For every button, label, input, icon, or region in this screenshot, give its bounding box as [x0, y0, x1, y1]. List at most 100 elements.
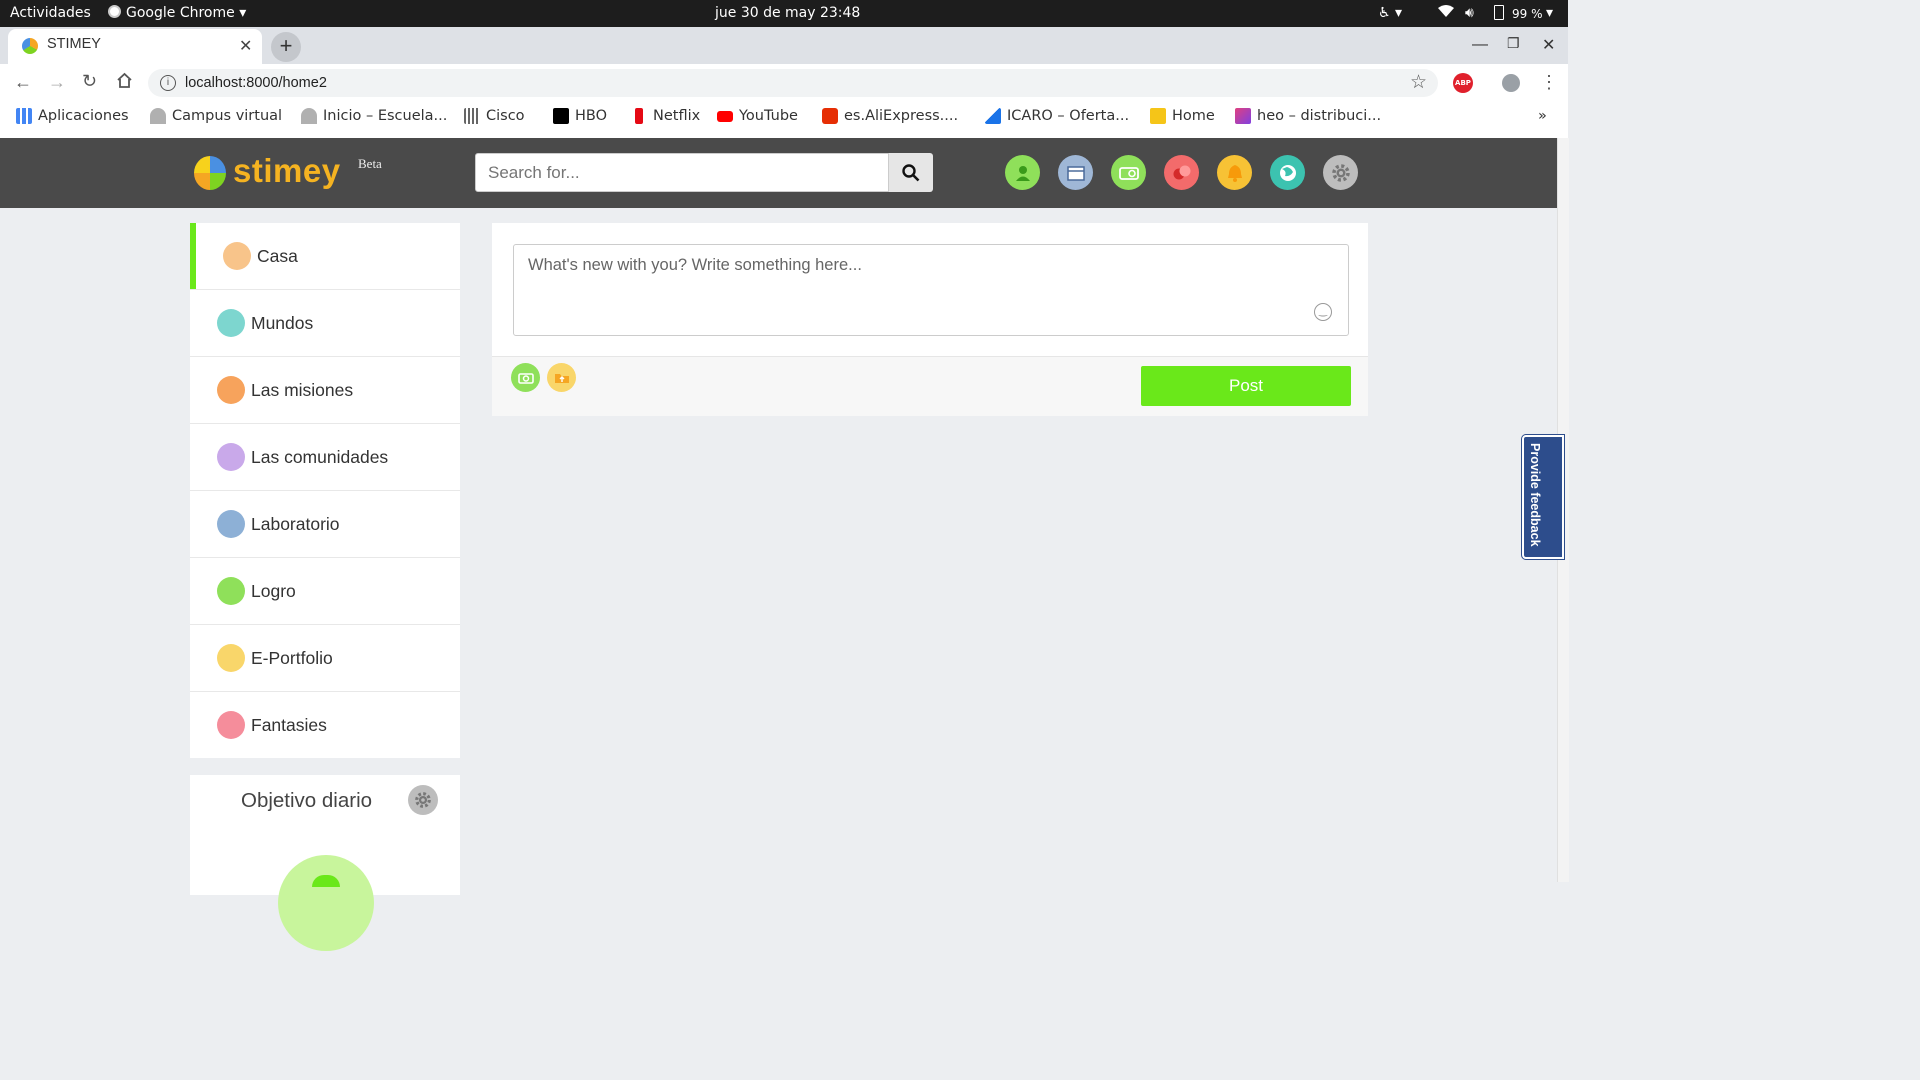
- bookmarks-bar: Aplicaciones Campus virtual Inicio – Esc…: [0, 102, 1568, 139]
- netflix-icon: [635, 108, 643, 124]
- tab-stimey[interactable]: STIMEY ✕: [8, 29, 262, 64]
- sidebar-item-casa[interactable]: Casa: [190, 223, 460, 290]
- chrome-icon: [108, 5, 121, 18]
- campus-icon: [150, 108, 166, 124]
- sidebar-nav: Casa Mundos Las misiones Las comunidades…: [190, 223, 460, 758]
- emoji-icon[interactable]: ‿: [1314, 303, 1332, 321]
- bookmark-label: HBO: [575, 108, 608, 124]
- laboratorio-icon: [217, 510, 245, 538]
- sidebar-item-misiones[interactable]: Las misiones: [190, 357, 460, 424]
- sidebar-item-mundos[interactable]: Mundos: [190, 290, 460, 357]
- system-menu-chevron-icon[interactable]: ▾: [1546, 5, 1553, 21]
- bookmark-item[interactable]: ICARO – Oferta...: [985, 102, 1129, 130]
- comunidades-icon: [217, 443, 245, 471]
- feedback-label: Provide feedback: [1528, 443, 1542, 547]
- world-icon[interactable]: [1270, 155, 1305, 190]
- back-icon[interactable]: ←: [14, 72, 32, 93]
- kebab-menu-icon[interactable]: ⋮: [1540, 72, 1558, 93]
- bookmark-label: ICARO – Oferta...: [1007, 108, 1130, 124]
- bookmark-star-icon[interactable]: ☆: [1410, 71, 1427, 94]
- settings-icon[interactable]: [1323, 155, 1358, 190]
- battery-percent: 99 %: [1512, 7, 1543, 21]
- sidebar-item-label: E-Portfolio: [251, 647, 333, 668]
- adblock-icon[interactable]: ABP: [1453, 73, 1473, 93]
- daily-objective-card: Objetivo diario: [190, 775, 460, 951]
- bookmark-item[interactable]: Inicio – Escuela...: [301, 102, 447, 130]
- radio-icon[interactable]: [1111, 155, 1146, 190]
- bookmark-item[interactable]: Cisco: [464, 102, 525, 130]
- notification-bell-icon[interactable]: [1217, 155, 1252, 190]
- new-tab-icon[interactable]: +: [271, 32, 301, 62]
- bookmark-item[interactable]: heo – distribuci...: [1235, 102, 1381, 130]
- bookmark-label: es.AliExpress....: [844, 108, 959, 124]
- beta-label: Beta: [358, 156, 382, 171]
- upload-file-icon[interactable]: [547, 363, 576, 392]
- sidebar-item-label: Las comunidades: [251, 446, 389, 467]
- bookmark-item[interactable]: Netflix: [631, 102, 700, 130]
- site-logo[interactable]: stimey: [233, 152, 341, 190]
- bookmark-label: heo – distribuci...: [1257, 108, 1382, 124]
- search-icon: [902, 163, 920, 181]
- apps-grid-icon: [16, 108, 32, 124]
- post-placeholder: What's new with you? Write something her…: [528, 256, 862, 274]
- eportfolio-icon: [217, 644, 245, 672]
- activities-button[interactable]: Actividades: [10, 5, 91, 21]
- chevron-down-icon: ▾: [239, 5, 247, 21]
- bookmark-item[interactable]: es.AliExpress....: [822, 102, 958, 130]
- bookmark-item[interactable]: Campus virtual: [150, 102, 282, 130]
- post-textarea[interactable]: What's new with you? Write something her…: [513, 244, 1349, 336]
- wifi-icon[interactable]: [1438, 5, 1454, 22]
- app-menu[interactable]: Google Chrome ▾: [108, 5, 246, 21]
- sidebar-item-logro[interactable]: Logro: [190, 558, 460, 625]
- sidebar-item-label: Mundos: [251, 312, 314, 333]
- reload-icon[interactable]: ↻: [82, 71, 97, 92]
- sidebar-item-label: Las misiones: [251, 379, 354, 400]
- bookmarks-overflow-icon[interactable]: »: [1538, 102, 1547, 130]
- battery-icon[interactable]: [1494, 5, 1504, 22]
- camera-icon[interactable]: [511, 363, 540, 392]
- bookmark-label: Cisco: [486, 108, 525, 124]
- bookmark-item[interactable]: HBO: [553, 102, 607, 130]
- close-tab-icon[interactable]: ✕: [239, 36, 252, 56]
- profile-icon[interactable]: [1005, 155, 1040, 190]
- home-icon[interactable]: [116, 72, 133, 93]
- clock[interactable]: jue 30 de may 23:48: [715, 5, 860, 21]
- sidebar-item-label: Casa: [257, 245, 298, 266]
- forward-icon[interactable]: →: [48, 72, 66, 93]
- sidebar-item-label: Laboratorio: [251, 513, 340, 534]
- bookmark-label: Campus virtual: [172, 108, 283, 124]
- maximize-icon[interactable]: ❐: [1507, 35, 1520, 52]
- fantasies-icon: [217, 711, 245, 739]
- address-bar[interactable]: i localhost:8000/home2 ☆: [148, 69, 1438, 97]
- stimey-favicon-icon: [22, 38, 38, 54]
- site-info-icon[interactable]: i: [160, 75, 176, 91]
- bookmark-label: Inicio – Escuela...: [323, 108, 448, 124]
- objective-progress-circle: [278, 855, 374, 951]
- sidebar-item-eportfolio[interactable]: E-Portfolio: [190, 625, 460, 692]
- search-input[interactable]: [475, 153, 889, 192]
- stimey-logo-icon[interactable]: [194, 156, 226, 190]
- cisco-icon: [464, 108, 480, 124]
- minimize-icon[interactable]: —: [1472, 36, 1488, 54]
- sidebar-item-laboratorio[interactable]: Laboratorio: [190, 491, 460, 558]
- sidebar-item-label: Fantasies: [251, 714, 327, 735]
- bookmark-label: Home: [1172, 108, 1215, 124]
- sidebar-item-fantasies[interactable]: Fantasies: [190, 692, 460, 758]
- post-button[interactable]: Post: [1141, 366, 1351, 406]
- accessibility-icon[interactable]: ♿ ▾: [1378, 5, 1402, 21]
- bookmark-item[interactable]: YouTube: [717, 102, 798, 130]
- escuela-icon: [301, 108, 317, 124]
- youtube-icon: [717, 110, 733, 122]
- sidebar-item-comunidades[interactable]: Las comunidades: [190, 424, 460, 491]
- feedback-tab[interactable]: Provide feedback: [1522, 435, 1564, 559]
- chat-icon[interactable]: [1164, 155, 1199, 190]
- calendar-icon[interactable]: [1058, 155, 1093, 190]
- objective-settings-icon[interactable]: [408, 785, 438, 815]
- search-button[interactable]: [889, 153, 933, 192]
- volume-icon[interactable]: 🔊︎: [1465, 5, 1474, 21]
- bookmark-item[interactable]: Aplicaciones: [16, 102, 129, 130]
- bookmark-item[interactable]: Home: [1150, 102, 1215, 130]
- url-text[interactable]: localhost:8000/home2: [185, 75, 327, 91]
- profile-avatar-icon[interactable]: [1502, 74, 1520, 92]
- close-window-icon[interactable]: ✕: [1542, 35, 1555, 55]
